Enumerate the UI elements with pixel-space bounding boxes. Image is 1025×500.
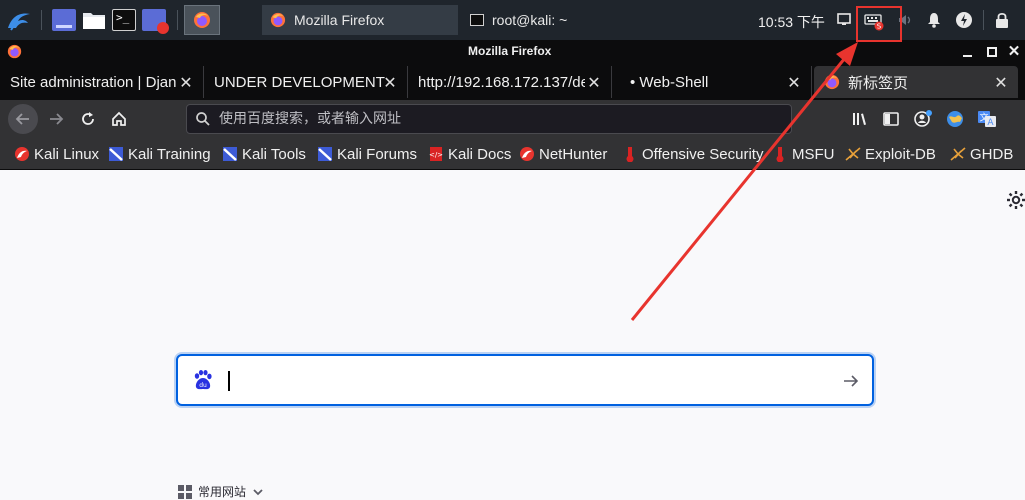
new-tab-page: du 常用网站 xyxy=(0,170,1025,500)
tab-web-shell[interactable]: • Web-Shell ✕ xyxy=(612,66,812,98)
tab-under-development[interactable]: UNDER DEVELOPMENT ✕ xyxy=(204,66,408,98)
kali-forums-icon xyxy=(318,147,332,161)
kali-dragon-icon xyxy=(8,13,30,31)
arrow-right-icon[interactable] xyxy=(842,372,860,390)
close-tab-icon[interactable]: ✕ xyxy=(177,73,195,93)
annotation-highlight-box xyxy=(856,6,902,42)
terminal-icon xyxy=(470,14,484,26)
arrow-left-icon xyxy=(15,113,29,125)
svg-text:A: A xyxy=(987,118,994,128)
tab-new-tab[interactable]: 新标签页 ✕ xyxy=(814,66,1018,98)
grid-icon xyxy=(178,484,192,499)
bookmark-ghdb[interactable]: GHDB xyxy=(950,144,1013,164)
tab-site-administration[interactable]: Site administration | Django ✕ xyxy=(0,66,204,98)
arrow-right-icon xyxy=(50,113,64,125)
tab-title: Site administration | Django xyxy=(10,73,194,91)
ghdb-icon xyxy=(950,147,966,161)
display-icon[interactable] xyxy=(836,11,854,29)
bookmark-kali-linux[interactable]: Kali Linux xyxy=(14,144,99,164)
bookmark-kali-training[interactable]: Kali Training xyxy=(108,144,211,164)
file-manager-icon[interactable] xyxy=(82,9,106,31)
kali-tools-icon xyxy=(223,147,237,161)
tab-strip: Site administration | Django ✕ UNDER DEV… xyxy=(0,64,1025,100)
kali-docs-icon: </> xyxy=(429,147,443,161)
bookmark-msfu[interactable]: MSFU xyxy=(772,144,835,164)
home-button[interactable] xyxy=(105,105,133,133)
svg-text:</>: </> xyxy=(429,151,443,159)
newtab-search-input[interactable] xyxy=(226,368,826,392)
window-titlebar[interactable]: Mozilla Firefox ✕ xyxy=(0,40,1025,64)
bookmarks-toolbar: Kali Linux Kali Training Kali Tools Kali… xyxy=(0,138,1025,170)
topsites-section-toggle[interactable]: 常用网站 xyxy=(178,483,264,500)
translate-button[interactable]: 文A xyxy=(973,105,1001,133)
exploit-db-icon xyxy=(845,147,861,161)
close-window-button[interactable]: ✕ xyxy=(1004,42,1024,62)
terminal-launcher-icon[interactable]: >_ xyxy=(112,9,136,31)
bookmark-kali-tools[interactable]: Kali Tools xyxy=(222,144,306,164)
account-icon xyxy=(914,110,932,127)
workspace-switcher-icon[interactable] xyxy=(52,9,76,31)
close-tab-icon[interactable]: ✕ xyxy=(992,73,1010,93)
library-icon xyxy=(853,113,866,125)
tab-dev-url[interactable]: http://192.168.172.137/dev ✕ xyxy=(408,66,612,98)
svg-text:du: du xyxy=(199,382,207,389)
newtab-search-box[interactable]: du xyxy=(176,354,874,406)
firefox-icon xyxy=(824,74,840,90)
url-bar[interactable] xyxy=(186,104,792,134)
tab-title: UNDER DEVELOPMENT xyxy=(214,73,385,91)
bookmark-exploit-db[interactable]: Exploit-DB xyxy=(845,144,936,164)
sidebar-icon xyxy=(883,112,899,126)
task-firefox-window[interactable]: Mozilla Firefox xyxy=(262,5,458,35)
reload-button[interactable] xyxy=(74,105,102,133)
kali-menu-button[interactable] xyxy=(4,5,34,35)
sidebar-button[interactable] xyxy=(877,105,905,133)
task-terminal-window[interactable]: root@kali: ~ xyxy=(462,5,642,35)
translate-icon: 文A xyxy=(978,111,996,128)
url-input[interactable] xyxy=(219,111,779,127)
topsites-label: 常用网站 xyxy=(198,485,247,499)
close-tab-icon[interactable]: ✕ xyxy=(785,73,803,93)
minimize-button[interactable] xyxy=(958,40,978,64)
kali-training-icon xyxy=(109,147,123,161)
baidu-paw-icon: du xyxy=(194,370,212,390)
bookmark-nethunter[interactable]: NetHunter xyxy=(519,144,607,164)
extension-globe-icon xyxy=(947,111,963,127)
chevron-down-icon xyxy=(253,488,263,495)
close-tab-icon[interactable]: ✕ xyxy=(585,73,603,93)
navigation-toolbar: 文A xyxy=(0,100,1025,138)
bookmark-kali-docs[interactable]: </> Kali Docs xyxy=(428,144,511,164)
notifications-bell-icon[interactable] xyxy=(925,11,943,29)
close-tab-icon[interactable]: ✕ xyxy=(381,73,399,93)
bookmark-offensive-security[interactable]: Offensive Security xyxy=(622,144,763,164)
forward-button[interactable] xyxy=(42,105,70,133)
home-icon xyxy=(112,111,126,126)
customize-gear-icon[interactable] xyxy=(1006,190,1025,210)
bookmark-kali-forums[interactable]: Kali Forums xyxy=(317,144,417,164)
clock[interactable]: 10:53 下午 xyxy=(758,12,825,32)
library-button[interactable] xyxy=(846,105,874,133)
firefox-icon xyxy=(270,12,286,28)
firefox-taskbar-button[interactable] xyxy=(184,5,220,35)
maximize-button[interactable] xyxy=(982,40,1002,64)
lock-screen-icon[interactable] xyxy=(993,11,1011,29)
firefox-icon xyxy=(7,44,22,59)
screen-recorder-icon[interactable] xyxy=(142,9,169,34)
task-firefox-title: Mozilla Firefox xyxy=(294,12,385,28)
nethunter-icon xyxy=(520,147,534,161)
kali-dragon-icon xyxy=(15,147,29,161)
search-icon xyxy=(196,112,210,126)
reload-icon xyxy=(82,112,94,125)
offsec-icon xyxy=(626,147,634,162)
window-title: Mozilla Firefox xyxy=(468,44,552,58)
msfu-icon xyxy=(776,147,784,162)
tab-title: • Web-Shell xyxy=(630,73,709,91)
power-manager-icon[interactable] xyxy=(955,11,973,29)
account-button[interactable] xyxy=(909,105,937,133)
back-button[interactable] xyxy=(8,104,38,134)
tab-title: http://192.168.172.137/dev xyxy=(418,73,597,91)
firefox-icon xyxy=(194,12,210,28)
task-terminal-title: root@kali: ~ xyxy=(492,12,568,28)
extension-button[interactable] xyxy=(941,105,969,133)
tab-title: 新标签页 xyxy=(848,74,909,92)
